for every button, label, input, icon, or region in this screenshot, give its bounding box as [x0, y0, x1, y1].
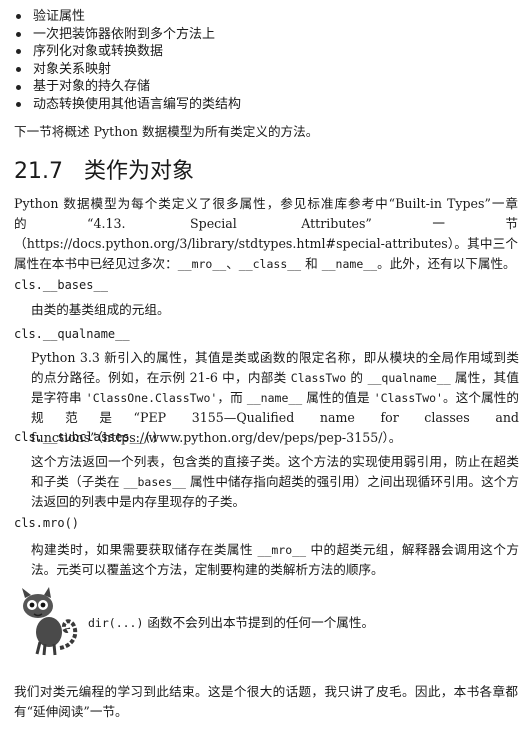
bullet-text: 动态转换使用其他语言编写的类结构	[33, 96, 242, 112]
text-run: 的	[346, 370, 368, 385]
text-run: 属性的值是	[302, 390, 374, 405]
inline-code: __name__	[246, 391, 303, 405]
bullet-dot	[16, 102, 21, 108]
book-page: 验证属性 一次把装饰器依附到多个方法上 序列化对象或转换数据 对象关系映射 基于…	[0, 0, 530, 753]
bullet-dot	[16, 84, 21, 90]
section-number: 21.7	[14, 159, 63, 184]
def-desc-subclasses: 这个方法返回一个列表，包含类的直接子类。这个方法的实现使用弱引用，防止在超类和子…	[31, 452, 519, 512]
text-run: 构建类时，如果需要获取储存在类属性	[31, 542, 258, 557]
def-term-bases: cls.__bases__	[14, 278, 108, 292]
text-run: 、	[226, 256, 239, 271]
bullet-dot	[16, 49, 21, 55]
section-title: 类作为对象	[84, 159, 195, 184]
inline-code: ClassTwo	[290, 371, 347, 385]
inline-code: __mro__	[177, 257, 227, 271]
bullet-dot	[16, 67, 21, 73]
feature-bullet-list: 验证属性 一次把装饰器依附到多个方法上 序列化对象或转换数据 对象关系映射 基于…	[14, 8, 241, 114]
inline-code: __name__	[321, 257, 378, 271]
bullet-text: 对象关系映射	[33, 61, 112, 77]
bullet-dot	[16, 14, 21, 20]
lemur-icon	[22, 587, 78, 656]
def-term-mro: cls.mro()	[14, 516, 80, 530]
bullet-text: 序列化对象或转换数据	[33, 44, 164, 60]
attributes-paragraph: Python 数据模型为每个类定义了很多属性，参见标准库参考中“Built-in…	[14, 194, 518, 274]
inline-code: dir(...)	[88, 616, 144, 630]
closing-paragraph: 我们对类元编程的学习到此结束。这是个很大的话题，我只讲了皮毛。因此，本书各章都有…	[14, 684, 518, 719]
bullet-item: 验证属性	[14, 8, 241, 26]
inline-code: 'ClassTwo'	[373, 391, 443, 405]
def-term-qualname: cls.__qualname__	[14, 327, 130, 341]
bullet-item: 基于对象的持久存储	[14, 78, 241, 96]
bullet-text: 验证属性	[33, 9, 86, 24]
inline-code: __class__	[238, 257, 302, 271]
def-term-subclasses: cls.__subclasses__()	[14, 430, 159, 444]
bullet-text: 基于对象的持久存储	[33, 79, 151, 95]
bullet-item: 一次把装饰器依附到多个方法上	[14, 26, 241, 44]
note-text: dir(...) 函数不会列出本节提到的任何一个属性。	[88, 613, 374, 633]
bullet-text: 一次把装饰器依附到多个方法上	[33, 26, 216, 42]
def-desc-mro: 构建类时，如果需要获取储存在类属性 __mro__ 中的超类元组，解释器会调用这…	[31, 540, 519, 580]
bullet-item: 动态转换使用其他语言编写的类结构	[14, 96, 241, 114]
inline-code: 'ClassOne.ClassTwo'	[85, 391, 218, 405]
text-run: 函数不会列出本节提到的任何一个属性。	[143, 615, 375, 630]
intro-paragraph: 下一节将概述 Python 数据模型为所有类定义的方法。	[14, 124, 319, 139]
inline-code: __qualname__	[367, 371, 451, 385]
def-desc-bases: 由类的基类组成的元组。	[31, 302, 170, 317]
inline-code: __bases__	[123, 475, 186, 489]
text-run: 和	[301, 256, 322, 271]
bullet-item: 序列化对象或转换数据	[14, 43, 241, 61]
bullet-dot	[16, 31, 21, 37]
section-heading: 21.7 类作为对象	[14, 157, 194, 187]
inline-code: __mro__	[257, 543, 306, 557]
text-run: 。此外，还有以下属性。	[377, 256, 516, 271]
bullet-item: 对象关系映射	[14, 61, 241, 79]
text-run: ，而	[217, 390, 247, 405]
